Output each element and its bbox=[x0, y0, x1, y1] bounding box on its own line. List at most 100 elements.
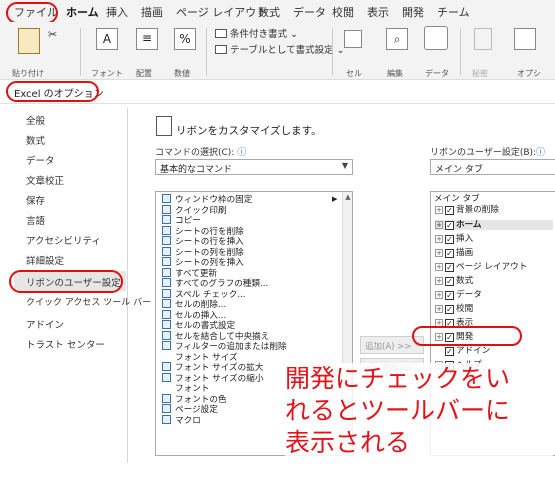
list-item[interactable]: セルの書式設定 bbox=[162, 320, 235, 331]
conditional-format-button[interactable]: 条件付き書式 ⌄ bbox=[215, 26, 298, 40]
list-item[interactable]: すべてのグラフの種類... bbox=[162, 278, 268, 289]
tab-insert[interactable]: 挿入 bbox=[106, 4, 128, 20]
expand-icon[interactable]: + bbox=[435, 235, 443, 243]
customize-ribbon-highlight-circle bbox=[9, 270, 123, 293]
tab-review[interactable]: 校閲 bbox=[332, 4, 354, 20]
list-item[interactable]: クイック印刷 bbox=[162, 204, 227, 216]
merge-center-icon bbox=[162, 330, 171, 340]
tree-item[interactable]: + ✓ 背景の削除 bbox=[435, 205, 499, 215]
checkbox-checked-icon[interactable]: ✓ bbox=[445, 206, 454, 215]
cells-icon[interactable] bbox=[344, 30, 362, 48]
blank-icon bbox=[162, 352, 171, 361]
expand-icon[interactable]: + bbox=[435, 263, 443, 271]
chevron-down-icon: ▼ bbox=[341, 161, 348, 170]
ribbon-divider bbox=[206, 28, 207, 76]
list-item[interactable]: シートの列を削除 bbox=[162, 246, 244, 258]
alignment-icon[interactable]: ≡ bbox=[136, 28, 158, 50]
data-label: データ bbox=[425, 69, 449, 78]
checkbox-checked-icon[interactable]: ✓ bbox=[445, 277, 454, 286]
list-item[interactable]: シートの行を挿入 bbox=[162, 236, 244, 247]
sidebar-item-quick-access-toolbar[interactable]: クイック アクセス ツール バー bbox=[26, 295, 151, 308]
tree-item[interactable]: + ✓ ページ レイアウト bbox=[435, 262, 527, 272]
checkbox-checked-icon[interactable]: ✓ bbox=[445, 347, 454, 356]
alignment-label: 配置 bbox=[136, 69, 152, 78]
tab-data[interactable]: データ bbox=[293, 4, 326, 20]
checkbox-checked-icon[interactable]: ✓ bbox=[445, 235, 454, 244]
tab-page-layout[interactable]: ページ レイアウト bbox=[176, 4, 267, 20]
search-icon[interactable]: ⌕ bbox=[386, 28, 408, 50]
list-item[interactable]: フォント サイズの縮小 bbox=[162, 372, 263, 384]
sidebar-item-addins[interactable]: アドイン bbox=[26, 317, 64, 331]
editing-label: 編集 bbox=[387, 69, 403, 78]
list-item[interactable]: コピー bbox=[162, 215, 201, 226]
list-item[interactable]: マクロ bbox=[162, 414, 201, 426]
scroll-up-icon[interactable]: ▲ bbox=[344, 193, 352, 201]
sidebar-item-general[interactable]: 全般 bbox=[26, 113, 45, 127]
tab-developer[interactable]: 開発 bbox=[402, 4, 424, 20]
sidebar-item-accessibility[interactable]: アクセシビリティ bbox=[26, 233, 101, 247]
delete-cells-icon bbox=[162, 299, 171, 308]
paste-icon[interactable] bbox=[18, 28, 40, 54]
options-icon[interactable] bbox=[514, 28, 536, 50]
list-item[interactable]: フィルターの追加または削除 bbox=[162, 341, 287, 352]
checkbox-checked-icon[interactable]: ✓ bbox=[445, 263, 454, 272]
list-item[interactable]: セルを結合して中央揃え bbox=[162, 330, 269, 342]
list-item[interactable]: フォント サイズの拡大 bbox=[162, 362, 263, 373]
percent-icon[interactable]: % bbox=[174, 28, 196, 50]
cut-icon[interactable]: ✂ bbox=[48, 28, 57, 41]
sensitivity-label: 秘密 bbox=[472, 69, 488, 78]
tree-item[interactable]: + ✓ 校閲 bbox=[435, 304, 473, 314]
tree-item[interactable]: ✓ アドイン bbox=[445, 346, 490, 356]
data-analysis-icon[interactable] bbox=[424, 26, 448, 50]
sidebar-item-formulas[interactable]: 数式 bbox=[26, 133, 45, 147]
sidebar-item-trust-center[interactable]: トラスト センター bbox=[26, 337, 105, 351]
tab-team[interactable]: チーム bbox=[437, 4, 470, 20]
list-item[interactable]: シートの行を削除 bbox=[162, 225, 244, 237]
list-item[interactable]: すべて更新 bbox=[162, 267, 217, 279]
tree-item[interactable]: + ✓ 描画 bbox=[435, 248, 473, 258]
expand-icon[interactable]: + bbox=[435, 221, 443, 229]
checkbox-checked-icon[interactable]: ✓ bbox=[445, 305, 454, 314]
expand-icon[interactable]: + bbox=[435, 249, 443, 257]
tree-item[interactable]: + ✓ 数式 bbox=[435, 276, 473, 286]
tree-header: メイン タブ bbox=[434, 194, 480, 204]
list-item[interactable]: フォント bbox=[162, 383, 209, 394]
customize-ribbon-heading: リボンをカスタマイズします。 bbox=[176, 125, 322, 137]
tree-item[interactable]: + ✓ 挿入 bbox=[435, 234, 473, 244]
expand-icon[interactable]: + bbox=[435, 291, 443, 299]
tab-draw[interactable]: 描画 bbox=[141, 4, 163, 20]
sidebar-item-language[interactable]: 言語 bbox=[26, 213, 45, 227]
checkbox-checked-icon[interactable]: ✓ bbox=[445, 221, 454, 230]
sidebar-item-save[interactable]: 保存 bbox=[26, 193, 45, 207]
expand-icon[interactable]: + bbox=[435, 305, 443, 313]
expand-icon[interactable]: + bbox=[435, 277, 443, 285]
delete-row-icon bbox=[162, 225, 171, 235]
sidebar-item-advanced[interactable]: 詳細設定 bbox=[26, 253, 64, 267]
option-label: オプシ bbox=[517, 69, 541, 78]
choose-commands-dropdown[interactable]: 基本的なコマンド ▼ bbox=[155, 159, 353, 175]
tree-item[interactable]: + ✓ データ bbox=[435, 290, 482, 300]
list-item[interactable]: ウィンドウ枠の固定 bbox=[162, 194, 252, 205]
info-icon: ⓘ bbox=[536, 148, 546, 158]
sidebar-item-proofing[interactable]: 文章校正 bbox=[26, 173, 64, 187]
annotation-line: 開発にチェックをい bbox=[285, 364, 511, 393]
checkbox-checked-icon[interactable]: ✓ bbox=[445, 249, 454, 258]
customize-ribbon-dropdown[interactable]: メイン タブ bbox=[430, 159, 555, 175]
list-item[interactable]: セルの削除... bbox=[162, 299, 226, 310]
list-item[interactable]: ページ設定 bbox=[162, 404, 218, 415]
expand-icon[interactable]: + bbox=[435, 206, 443, 214]
font-color-icon[interactable]: A bbox=[96, 28, 118, 50]
list-item[interactable]: フォント サイズ bbox=[162, 352, 238, 363]
tab-formulas[interactable]: 数式 bbox=[258, 4, 280, 20]
format-as-table-button[interactable]: テーブルとして書式設定 ⌄ bbox=[215, 42, 345, 56]
list-item[interactable]: スペル チェック... bbox=[162, 288, 245, 300]
tab-view[interactable]: 表示 bbox=[367, 4, 389, 20]
tree-item[interactable]: + ✓ ホーム bbox=[435, 220, 553, 230]
delete-column-icon bbox=[162, 246, 171, 256]
checkbox-checked-icon[interactable]: ✓ bbox=[445, 291, 454, 300]
tab-home[interactable]: ホーム bbox=[66, 4, 99, 25]
list-item[interactable]: シートの列を挿入 bbox=[162, 257, 244, 268]
sidebar-item-data[interactable]: データ bbox=[26, 153, 55, 167]
list-item[interactable]: セルの挿入... bbox=[162, 309, 226, 321]
list-item[interactable]: フォントの色 bbox=[162, 393, 227, 405]
